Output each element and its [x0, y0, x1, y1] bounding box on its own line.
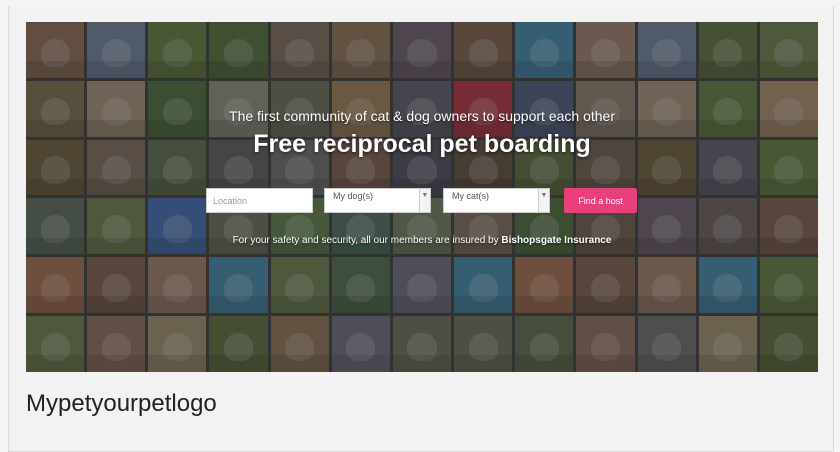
insurance-brand-link[interactable]: Bishopsgate Insurance: [501, 235, 611, 246]
dog-select-value: My dog(s): [333, 191, 374, 201]
chevron-down-icon: ▼: [419, 189, 430, 212]
hero-title: Free reciprocal pet boarding: [253, 130, 591, 158]
location-input[interactable]: [206, 188, 313, 213]
hero-subtitle: The first community of cat & dog owners …: [229, 108, 615, 124]
insurance-notice: For your safety and security, all our me…: [26, 235, 818, 246]
cat-select[interactable]: My cat(s) ▼: [443, 188, 550, 213]
find-host-button[interactable]: Find a host: [564, 188, 637, 213]
image-caption: Mypetyourpetlogo: [26, 390, 217, 417]
chevron-down-icon: ▼: [538, 189, 549, 212]
cat-select-value: My cat(s): [452, 191, 489, 201]
hero-banner: The first community of cat & dog owners …: [26, 22, 818, 372]
insurance-text: For your safety and security, all our me…: [232, 235, 502, 246]
dog-select[interactable]: My dog(s) ▼: [324, 188, 431, 213]
